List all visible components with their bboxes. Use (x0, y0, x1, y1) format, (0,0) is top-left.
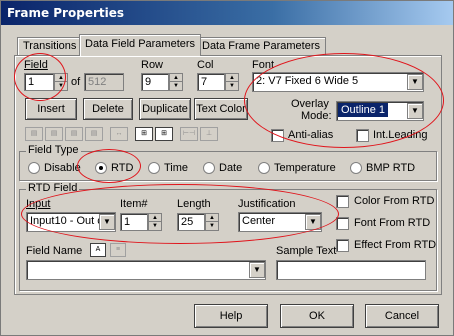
font-select[interactable]: 2: V7 Fixed 6 Wide 5 (252, 72, 424, 92)
anti-alias-checkbox[interactable] (271, 129, 284, 142)
space-vertical-icon[interactable]: ⊥ (200, 127, 218, 141)
length-input[interactable]: 25 (177, 213, 205, 231)
cancel-button[interactable]: Cancel (365, 304, 439, 328)
effect-from-rtd-checkbox[interactable] (336, 239, 349, 252)
radio-disable-label: Disable (44, 162, 81, 174)
tab-data-frame-parameters[interactable]: Data Frame Parameters (196, 37, 326, 55)
effect-from-rtd-label: Effect From RTD (354, 239, 437, 251)
justification-dropdown-arrow-icon[interactable]: ▼ (305, 214, 321, 230)
text-color-button[interactable]: Text Color (194, 98, 248, 120)
item-label: Item# (120, 198, 148, 210)
align-center-icon[interactable]: ▤ (45, 127, 63, 141)
row-label: Row (141, 59, 164, 71)
field-label: Field (24, 59, 48, 71)
radio-time[interactable] (148, 162, 160, 174)
anti-alias-label: Anti-alias (288, 129, 334, 141)
radio-disable[interactable] (28, 162, 40, 174)
field-total: 512 (84, 73, 124, 91)
radio-rtd-label: RTD (111, 162, 134, 174)
ok-button[interactable]: OK (280, 304, 354, 328)
color-from-rtd-label: Color From RTD (354, 195, 435, 207)
font-dropdown-arrow-icon[interactable]: ▼ (407, 74, 423, 90)
color-from-rtd-checkbox[interactable] (336, 195, 349, 208)
radio-temperature-label: Temperature (274, 162, 336, 174)
font-label: Font (252, 59, 275, 71)
input-label: Input (26, 198, 51, 210)
field-name-select[interactable] (26, 260, 266, 280)
overlay-mode-value: Outline 1 (338, 103, 389, 117)
align-left-icon[interactable]: ▤ (25, 127, 43, 141)
sample-text-label: Sample Text (276, 245, 337, 257)
justification-label: Justification (238, 198, 296, 210)
input-dropdown-arrow-icon[interactable]: ▼ (99, 214, 115, 230)
row-input[interactable]: 9 (141, 73, 169, 91)
frame-properties-dialog: Frame Properties Transitions Data Field … (0, 0, 454, 336)
item-stepper[interactable]: ▲ ▼ (148, 213, 162, 231)
col-label: Col (197, 59, 214, 71)
overlay-label: Overlay (291, 98, 329, 110)
radio-bmp-rtd[interactable] (350, 162, 362, 174)
field-number-stepper[interactable]: ▲ ▼ (54, 73, 68, 91)
box-outline-icon[interactable]: ⊞ (155, 127, 173, 141)
overlay-dropdown-arrow-icon[interactable]: ▼ (407, 103, 423, 119)
font-from-rtd-checkbox[interactable] (336, 217, 349, 230)
duplicate-button[interactable]: Duplicate (139, 98, 191, 120)
delete-button[interactable]: Delete (83, 98, 133, 120)
int-leading-label: Int.Leading (373, 129, 428, 141)
col-input[interactable]: 7 (197, 73, 225, 91)
tab-panel: Field Row Col Font 1 ▲ ▼ of 512 9 ▲ ▼ 7 ▲ ▼… (14, 55, 442, 295)
length-stepper[interactable]: ▲ ▼ (205, 213, 219, 231)
text-format-icon[interactable]: A (90, 243, 106, 257)
insert-button[interactable]: Insert (25, 98, 77, 120)
tab-transitions[interactable]: Transitions (17, 37, 83, 55)
field-type-group: Field Type Disable RTD Time Date Tempera… (19, 144, 437, 181)
width-arrows-icon[interactable]: ↔ (110, 127, 128, 141)
field-number-input[interactable]: 1 (24, 73, 54, 91)
radio-rtd[interactable] (95, 162, 107, 174)
radio-time-label: Time (164, 162, 189, 174)
box-icon[interactable]: ⊞ (135, 127, 153, 141)
sample-text-field[interactable] (276, 260, 426, 280)
col-stepper[interactable]: ▲ ▼ (225, 73, 239, 91)
field-type-group-label: Field Type (26, 144, 81, 156)
radio-date[interactable] (203, 162, 215, 174)
font-from-rtd-label: Font From RTD (354, 217, 431, 229)
overlay-mode-label: Mode: (301, 110, 332, 122)
field-name-label: Field Name (26, 245, 83, 257)
space-horizontal-icon[interactable]: ⊢⊣ (180, 127, 198, 141)
length-label: Length (177, 198, 211, 210)
title-bar: Frame Properties (1, 1, 453, 25)
int-leading-checkbox[interactable] (356, 129, 369, 142)
help-button[interactable]: Help (194, 304, 268, 328)
radio-date-label: Date (219, 162, 243, 174)
rtd-field-group: RTD Field Input Item# Length Justificati… (19, 182, 437, 291)
align-right-icon[interactable]: ▤ (65, 127, 83, 141)
radio-bmp-rtd-label: BMP RTD (366, 162, 416, 174)
item-input[interactable]: 1 (120, 213, 148, 231)
row-stepper[interactable]: ▲ ▼ (169, 73, 183, 91)
tab-data-field-parameters[interactable]: Data Field Parameters (79, 34, 202, 56)
align-justify-icon[interactable]: ▤ (85, 127, 103, 141)
window-title: Frame Properties (7, 6, 124, 20)
list-format-icon[interactable]: ≡ (110, 243, 126, 257)
radio-temperature[interactable] (258, 162, 270, 174)
rtd-field-group-label: RTD Field (26, 182, 80, 194)
field-name-dropdown-arrow-icon[interactable]: ▼ (249, 262, 265, 278)
of-label: of (71, 76, 81, 88)
